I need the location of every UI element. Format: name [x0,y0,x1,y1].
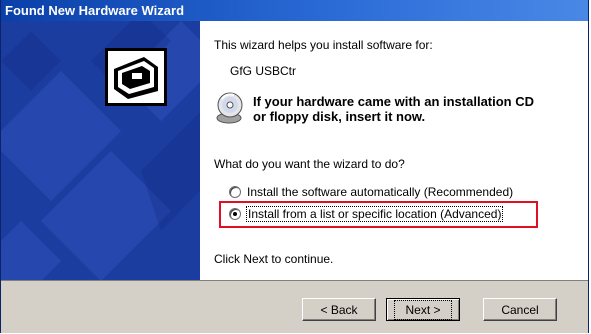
highlight-box [219,201,538,228]
button-bar: < Back Next > Cancel [1,280,588,333]
cancel-label: Cancel [501,302,539,317]
question-text: What do you want the wizard to do? [214,157,405,171]
cancel-button[interactable]: Cancel [483,298,557,321]
back-button[interactable]: < Back [302,298,376,321]
window-title: Found New Hardware Wizard [5,3,185,18]
next-button[interactable]: Next > [386,298,460,321]
back-label: < Back [320,302,358,317]
cd-hint-line2: or floppy disk, insert it now. [253,109,426,124]
device-name: GfG USBCtr [230,64,297,78]
cd-hint: If your hardware came with an installati… [253,94,534,124]
side-panel-art [1,21,200,280]
option-install-automatically[interactable]: Install the software automatically (Reco… [229,184,513,200]
option-label: Install the software automatically (Reco… [247,185,514,199]
hardware-wizard-icon [105,48,167,106]
radio-button[interactable] [229,186,241,198]
next-label: Next > [394,299,452,320]
continue-hint: Click Next to continue. [214,252,334,266]
wizard-side-panel [1,21,200,280]
wizard-content: This wizard helps you install software f… [200,21,588,280]
cd-disk-icon [216,92,243,124]
cd-hint-line1: If your hardware came with an installati… [253,94,535,109]
wizard-window: Found New Hardware Wizard This wizard he… [0,0,589,333]
intro-text: This wizard helps you install software f… [214,38,433,52]
title-bar: Found New Hardware Wizard [1,0,588,21]
